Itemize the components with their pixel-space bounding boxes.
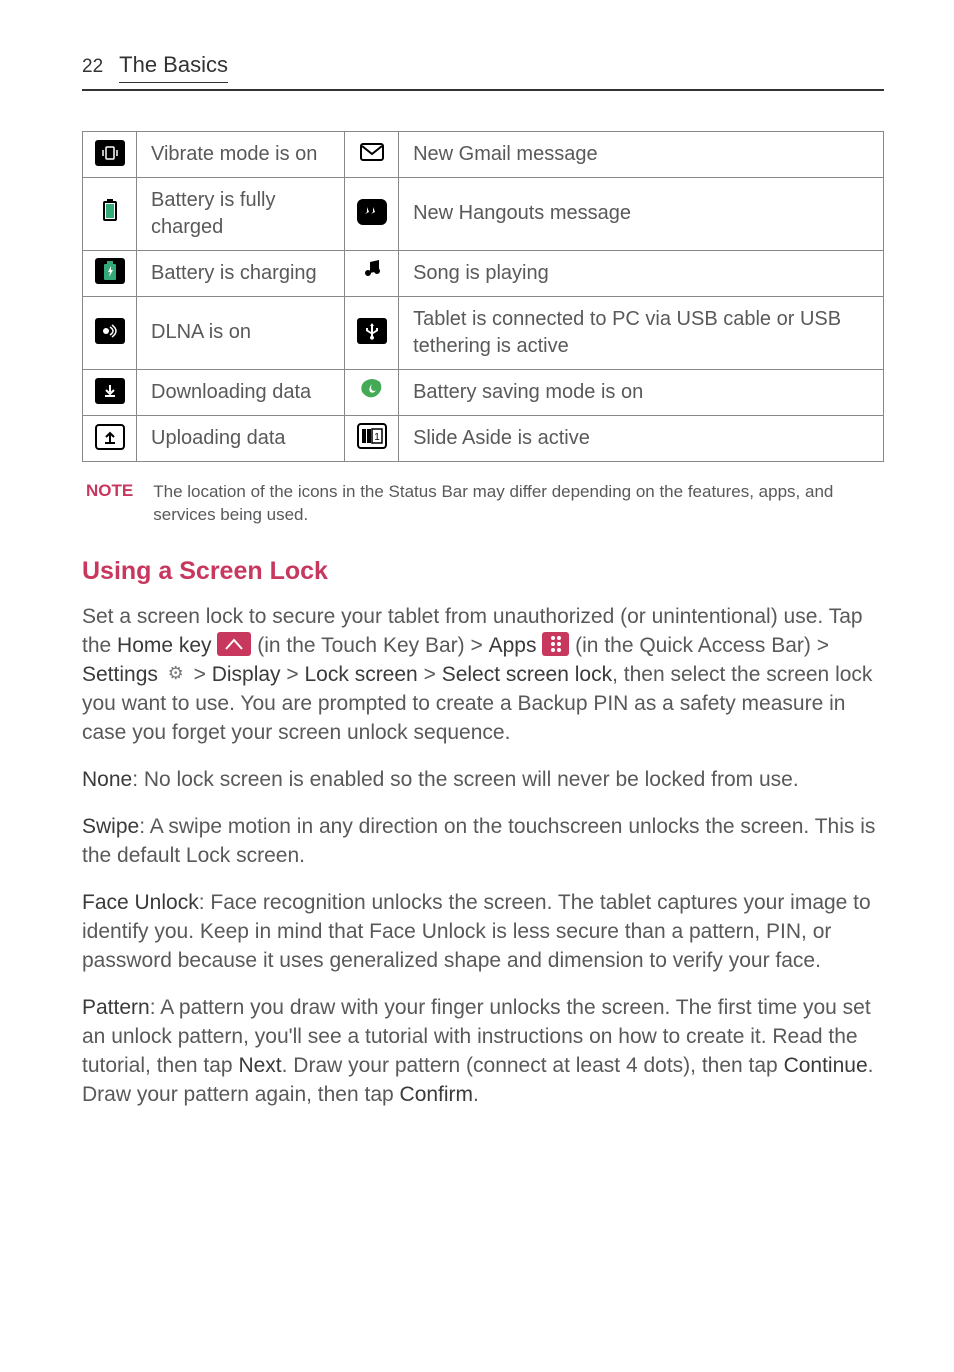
confirm-label: Confirm bbox=[400, 1083, 474, 1106]
option-swipe: Swipe: A swipe motion in any direction o… bbox=[82, 813, 884, 871]
icon-description: Battery saving mode is on bbox=[399, 369, 884, 415]
icon-description: Vibrate mode is on bbox=[137, 131, 345, 177]
option-pattern: Pattern: A pattern you draw with your fi… bbox=[82, 994, 884, 1110]
option-text: : A swipe motion in any direction on the… bbox=[82, 815, 875, 867]
battery-full-icon bbox=[83, 177, 137, 250]
upload-icon bbox=[83, 415, 137, 461]
download-icon bbox=[83, 369, 137, 415]
option-label: Pattern bbox=[82, 996, 150, 1019]
page-number: 22 bbox=[82, 54, 103, 80]
settings-icon: ⚙ bbox=[164, 661, 188, 685]
section-heading: Using a Screen Lock bbox=[82, 555, 884, 589]
apps-icon bbox=[542, 632, 569, 656]
icon-description: Battery is fully charged bbox=[137, 177, 345, 250]
option-text: . bbox=[473, 1083, 479, 1106]
music-icon bbox=[345, 250, 399, 296]
option-text: . Draw your pattern (connect at least 4 … bbox=[282, 1054, 784, 1077]
status-icons-table: Vibrate mode is onNew Gmail messageBatte… bbox=[82, 131, 884, 462]
table-row: DLNA is on Tablet is connected to PC via … bbox=[83, 296, 884, 369]
battery-save-icon bbox=[345, 369, 399, 415]
display-label: Display bbox=[212, 663, 281, 686]
lock-screen-label: Lock screen bbox=[305, 663, 418, 686]
svg-text:1: 1 bbox=[374, 432, 380, 443]
icon-description: Uploading data bbox=[137, 415, 345, 461]
hangouts-icon bbox=[345, 177, 399, 250]
icon-description: New Gmail message bbox=[399, 131, 884, 177]
home-key-icon bbox=[217, 632, 251, 656]
intro-text: > bbox=[194, 663, 212, 686]
note-block: NOTE The location of the icons in the St… bbox=[82, 480, 884, 528]
option-label: None bbox=[82, 768, 132, 791]
table-row: Uploading data 1 Slide Aside is active bbox=[83, 415, 884, 461]
chapter-title: The Basics bbox=[119, 50, 228, 83]
note-label: NOTE bbox=[86, 480, 133, 528]
icon-description: Tablet is connected to PC via USB cable … bbox=[399, 296, 884, 369]
icon-description: Song is playing bbox=[399, 250, 884, 296]
icon-description: DLNA is on bbox=[137, 296, 345, 369]
note-text: The location of the icons in the Status … bbox=[153, 480, 884, 528]
table-row: Battery is charging Song is playing bbox=[83, 250, 884, 296]
icon-description: Slide Aside is active bbox=[399, 415, 884, 461]
option-label: Face Unlock bbox=[82, 891, 199, 914]
next-label: Next bbox=[238, 1054, 281, 1077]
apps-label: Apps bbox=[489, 634, 537, 657]
battery-charging-icon bbox=[83, 250, 137, 296]
icon-description: New Hangouts message bbox=[399, 177, 884, 250]
intro-text: > bbox=[424, 663, 442, 686]
intro-text: > bbox=[286, 663, 304, 686]
icon-description: Battery is charging bbox=[137, 250, 345, 296]
continue-label: Continue bbox=[784, 1054, 868, 1077]
gmail-icon bbox=[345, 131, 399, 177]
intro-text: (in the Quick Access Bar) > bbox=[575, 634, 829, 657]
icon-description: Downloading data bbox=[137, 369, 345, 415]
slide-aside-icon: 1 bbox=[345, 415, 399, 461]
dlna-icon bbox=[83, 296, 137, 369]
intro-paragraph: Set a screen lock to secure your tablet … bbox=[82, 603, 884, 748]
option-text: : No lock screen is enabled so the scree… bbox=[132, 768, 799, 791]
select-screen-lock-label: Select screen lock bbox=[442, 663, 612, 686]
option-none: None: No lock screen is enabled so the s… bbox=[82, 766, 884, 795]
option-text: : Face recognition unlocks the screen. T… bbox=[82, 891, 871, 972]
table-row: Vibrate mode is on New Gmail message bbox=[83, 131, 884, 177]
option-label: Swipe bbox=[82, 815, 139, 838]
page-header: 22 The Basics bbox=[82, 50, 884, 91]
intro-text: (in the Touch Key Bar) > bbox=[257, 634, 488, 657]
usb-icon bbox=[345, 296, 399, 369]
home-key-label: Home key bbox=[117, 634, 212, 657]
vibrate-icon bbox=[83, 131, 137, 177]
option-face-unlock: Face Unlock: Face recognition unlocks th… bbox=[82, 889, 884, 976]
table-row: Battery is fully charged New Hangouts mes… bbox=[83, 177, 884, 250]
table-row: Downloading data Battery saving mode is o… bbox=[83, 369, 884, 415]
settings-label: Settings bbox=[82, 663, 158, 686]
